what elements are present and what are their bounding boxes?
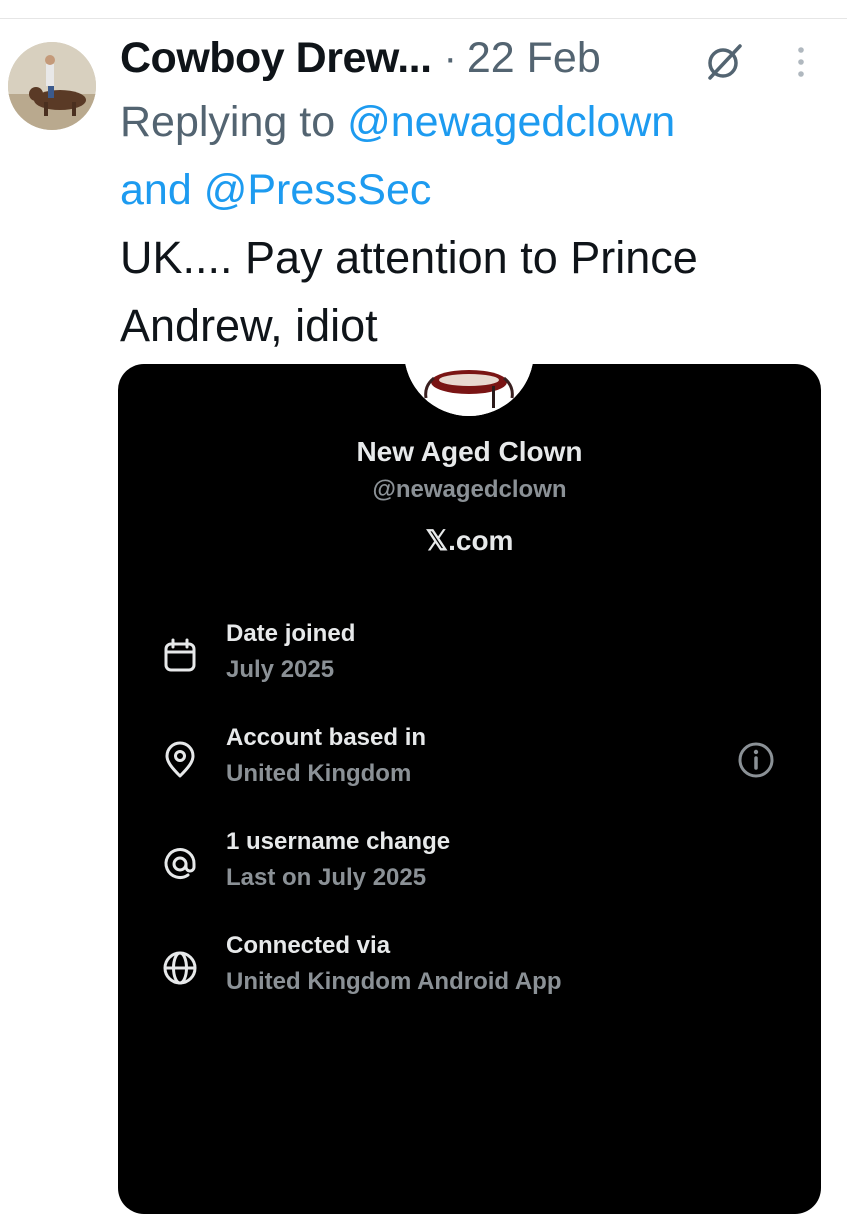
profile-handle: @newagedclown bbox=[372, 476, 567, 503]
author-name[interactable]: Cowboy Drew... bbox=[120, 34, 432, 83]
header-separator: · bbox=[443, 35, 457, 80]
row-value: Last on July 2025 bbox=[226, 864, 427, 891]
post-text: UK.... Pay attention to Prince Andrew, i… bbox=[120, 232, 698, 351]
clown-face-image bbox=[404, 364, 534, 416]
globe-icon bbox=[163, 951, 197, 985]
row-value: United Kingdom bbox=[226, 760, 412, 787]
location-pin-icon bbox=[165, 741, 195, 778]
info-row-account-based-in: Account based in United Kingdom bbox=[118, 724, 821, 804]
calendar-icon bbox=[164, 638, 196, 672]
profile-name: New Aged Clown bbox=[356, 436, 583, 467]
info-icon[interactable] bbox=[736, 740, 776, 780]
embedded-profile-screenshot[interactable]: New Aged Clown @newagedclown 𝕏.com Date … bbox=[118, 364, 821, 1214]
more-options-icon[interactable] bbox=[790, 44, 812, 80]
post-header: Cowboy Drew... · 22 Feb bbox=[120, 30, 601, 86]
author-avatar[interactable] bbox=[8, 42, 96, 130]
reply-context: Replying to @newagedclown and @PressSec bbox=[120, 88, 820, 224]
mention-link[interactable]: @PressSec bbox=[204, 166, 432, 214]
row-label: 1 username change bbox=[226, 828, 451, 855]
row-value: July 2025 bbox=[226, 656, 335, 683]
avatar-photo bbox=[8, 42, 96, 130]
row-label: Connected via bbox=[226, 932, 391, 959]
at-sign-icon bbox=[164, 848, 196, 879]
top-divider bbox=[0, 18, 847, 19]
row-value: United Kingdom Android App bbox=[226, 968, 562, 995]
grok-icon[interactable] bbox=[702, 40, 746, 84]
profile-avatar bbox=[404, 364, 534, 416]
reply-prefix: Replying to bbox=[120, 98, 336, 146]
post-date[interactable]: 22 Feb bbox=[467, 34, 601, 83]
site-label: 𝕏.com bbox=[425, 525, 514, 556]
info-row-date-joined: Date joined July 2025 bbox=[118, 620, 821, 700]
row-label: Date joined bbox=[226, 620, 356, 647]
row-label: Account based in bbox=[226, 724, 427, 751]
info-row-connected-via: Connected via United Kingdom Android App bbox=[118, 932, 821, 1012]
mention-and: and bbox=[120, 166, 192, 214]
mention-link[interactable]: @newagedclown bbox=[347, 98, 675, 146]
info-row-username-change: 1 username change Last on July 2025 bbox=[118, 828, 821, 908]
